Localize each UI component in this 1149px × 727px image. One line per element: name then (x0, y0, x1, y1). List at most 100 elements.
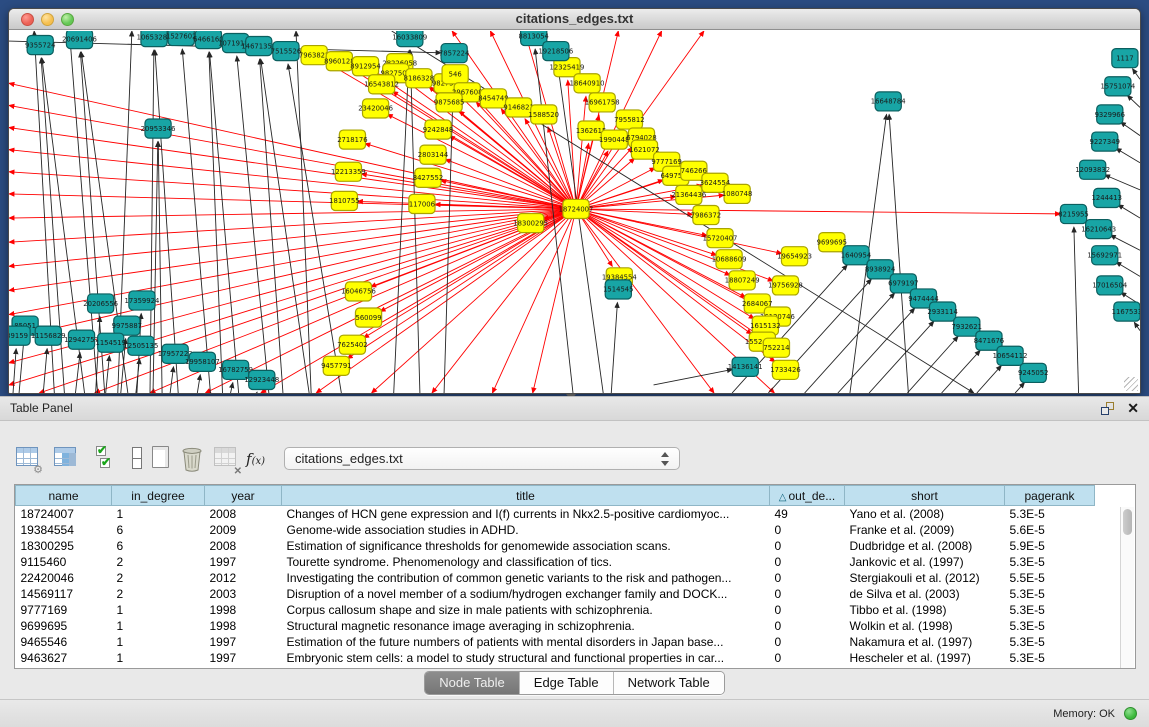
edge[interactable] (410, 50, 420, 393)
graph-node[interactable]: 19756928 (768, 276, 803, 295)
citation-edge[interactable] (576, 209, 1060, 214)
network-graph-canvas[interactable]: 1872400712325419186409101696175879558121… (9, 31, 1140, 393)
edge[interactable] (611, 302, 617, 393)
graph-node[interactable]: 7625402 (337, 335, 367, 354)
table-row[interactable]: 911546021997Tourette syndrome. Phenomeno… (16, 554, 1095, 570)
table-cell[interactable]: 6 (112, 522, 205, 538)
graph-node[interactable]: 12505135 (124, 336, 159, 355)
graph-node[interactable]: 9227349 (1090, 132, 1120, 151)
table-cell[interactable]: 9463627 (16, 650, 112, 666)
table-cell[interactable]: Tibbo et al. (1998) (845, 602, 1005, 618)
table-cell[interactable]: 1 (112, 634, 205, 650)
graph-node[interactable]: 11156829 (31, 326, 66, 345)
graph-node[interactable]: 18807249 (725, 271, 760, 290)
graph-node[interactable]: 8427552 (413, 168, 443, 187)
table-cell[interactable]: Hescheler et al. (1997) (845, 650, 1005, 666)
graph-node[interactable]: 9457791 (321, 356, 351, 375)
graph-node[interactable]: 1167533 (1112, 302, 1140, 321)
table-cell[interactable]: Genome-wide association studies in ADHD. (282, 522, 770, 538)
citation-edge[interactable] (9, 128, 576, 209)
window-titlebar[interactable]: citations_edges.txt (9, 9, 1140, 30)
graph-node[interactable]: 1588520 (529, 105, 559, 124)
graph-node[interactable]: 18724007 (559, 199, 594, 218)
citation-edge[interactable] (9, 105, 576, 209)
graph-node[interactable]: 1117 (1112, 49, 1138, 68)
table-cell[interactable]: 0 (770, 554, 845, 570)
table-cell[interactable]: Nakamura et al. (1997) (845, 634, 1005, 650)
delete-columns-icon[interactable] (178, 444, 206, 474)
table-select-dropdown[interactable]: citations_edges.txt (284, 447, 680, 470)
edge[interactable] (869, 321, 934, 393)
table-cell[interactable]: Wolkin et al. (1998) (845, 618, 1005, 634)
memory-ok-indicator-icon[interactable] (1124, 707, 1137, 720)
select-all-columns-icon[interactable]: ✔✔ (92, 444, 120, 474)
graph-node[interactable]: 1810755 (329, 191, 359, 210)
edge[interactable] (444, 66, 454, 393)
edge[interactable] (1116, 148, 1140, 162)
graph-node[interactable]: 18640910 (570, 74, 605, 93)
graph-node[interactable]: 8215955 (1058, 204, 1088, 223)
table-cell[interactable]: Stergiakouli et al. (2012) (845, 570, 1005, 586)
edge[interactable] (288, 64, 341, 393)
column-header-title[interactable]: title (282, 486, 770, 506)
column-header-in_degree[interactable]: in_degree (112, 486, 205, 506)
graph-node[interactable]: 7857224 (439, 44, 469, 63)
table-cell[interactable]: 18300295 (16, 538, 112, 554)
graph-node[interactable]: 20691406 (62, 31, 97, 49)
table-cell[interactable]: 2012 (205, 570, 282, 586)
table-cell[interactable]: Dudbridge et al. (2008) (845, 538, 1005, 554)
graph-node[interactable]: 9355724 (25, 36, 55, 55)
graph-node[interactable]: 10654112 (993, 346, 1028, 365)
graph-node[interactable]: 117006 (409, 194, 435, 213)
edge[interactable] (75, 353, 80, 393)
table-cell[interactable]: 6 (112, 538, 205, 554)
graph-node[interactable]: 1990448 (599, 130, 629, 149)
table-cell[interactable]: 5.6E-5 (1005, 522, 1095, 538)
graph-node[interactable]: 7515526 (271, 42, 301, 61)
column-header-year[interactable]: year (205, 486, 282, 506)
table-cell[interactable]: 1997 (205, 634, 282, 650)
citation-edge[interactable] (576, 209, 714, 393)
graph-node[interactable]: 39159 (9, 326, 30, 345)
graph-node[interactable]: 2718176 (337, 130, 367, 149)
float-panel-icon[interactable] (1101, 402, 1115, 416)
graph-node[interactable]: 16543812 (364, 75, 399, 94)
table-cell[interactable]: 1 (112, 618, 205, 634)
table-row[interactable]: 946554611997Estimation of the future num… (16, 634, 1095, 650)
table-mode-icon[interactable]: ⚙ (14, 444, 42, 474)
table-row[interactable]: 1830029562008Estimation of significance … (16, 538, 1095, 554)
table-cell[interactable]: 1 (112, 650, 205, 666)
table-row[interactable]: 2242004622012Investigating the contribut… (16, 570, 1095, 586)
graph-node[interactable]: 10688609 (712, 250, 747, 269)
table-cell[interactable]: 19384554 (16, 522, 112, 538)
table-cell[interactable]: 9115460 (16, 554, 112, 570)
graph-node[interactable]: 12093832 (1075, 160, 1110, 179)
scrollbar-thumb[interactable] (1123, 509, 1132, 535)
edge[interactable] (237, 56, 269, 393)
graph-node[interactable]: 21364436 (671, 185, 706, 204)
table-row[interactable]: 1456911722003Disruption of a novel membe… (16, 586, 1095, 602)
table-cell[interactable]: 5.9E-5 (1005, 538, 1095, 554)
graph-node[interactable]: 16210643 (1081, 220, 1116, 239)
edge[interactable] (182, 49, 210, 393)
table-cell[interactable]: 1997 (205, 650, 282, 666)
table-cell[interactable]: Yano et al. (2008) (845, 506, 1005, 523)
edge[interactable] (654, 369, 733, 385)
edge[interactable] (394, 50, 410, 393)
edge[interactable] (210, 52, 239, 393)
graph-node[interactable]: 1154519 (95, 333, 125, 352)
table-cell[interactable]: 2 (112, 554, 205, 570)
table-cell[interactable]: 0 (770, 586, 845, 602)
graph-node[interactable]: 9329966 (1095, 105, 1125, 124)
table-cell[interactable]: 22420046 (16, 570, 112, 586)
table-cell[interactable]: Investigating the contribution of common… (282, 570, 770, 586)
graph-node[interactable]: 16961758 (585, 93, 620, 112)
graph-node[interactable]: 17016504 (1092, 276, 1127, 295)
new-column-icon[interactable] (148, 444, 176, 474)
table-cell[interactable]: 1998 (205, 618, 282, 634)
table-cell[interactable]: 2 (112, 586, 205, 602)
edge[interactable] (889, 114, 908, 393)
table-cell[interactable]: de Silva et al. (2003) (845, 586, 1005, 602)
edge[interactable] (1127, 95, 1140, 107)
graph-node[interactable]: 9975887 (112, 316, 142, 335)
